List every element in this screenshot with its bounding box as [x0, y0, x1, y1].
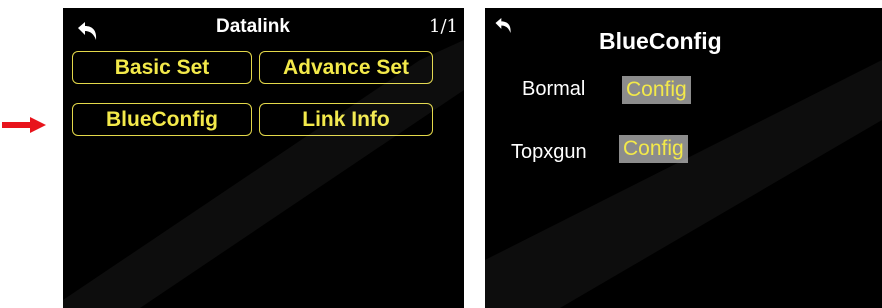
link-info-button[interactable]: Link Info [259, 103, 433, 136]
advance-set-button[interactable]: Advance Set [259, 51, 433, 84]
page-title: BlueConfig [599, 28, 722, 54]
back-arrow-icon[interactable] [493, 16, 513, 35]
blueconfig-button[interactable]: BlueConfig [72, 103, 252, 136]
datalink-screen: Datalink 1/1 Basic Set Advance Set BlueC… [63, 8, 464, 308]
bormal-label: Bormal [522, 78, 586, 100]
blueconfig-screen: BlueConfig Bormal Config Topxgun Config [485, 8, 882, 308]
topxgun-config-button[interactable]: Config [619, 135, 688, 163]
red-arrow-icon [2, 117, 46, 133]
page-title: Datalink [216, 16, 290, 37]
bormal-config-button[interactable]: Config [622, 76, 691, 104]
basic-set-button[interactable]: Basic Set [72, 51, 252, 84]
figure: Datalink 1/1 Basic Set Advance Set BlueC… [0, 0, 882, 308]
back-arrow-icon[interactable] [75, 20, 99, 42]
topxgun-label: Topxgun [511, 141, 587, 163]
page-indicator: 1/1 [429, 16, 458, 37]
